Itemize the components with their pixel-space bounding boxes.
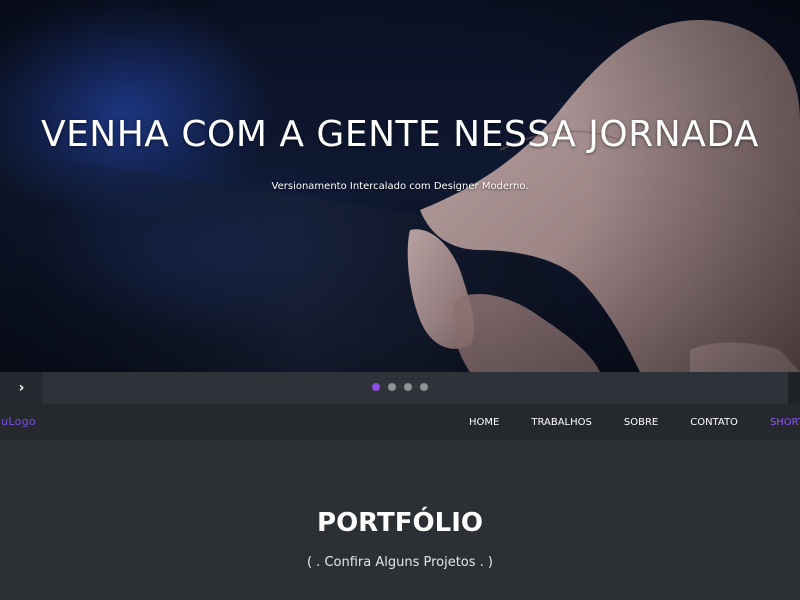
portfolio-section: PORTFÓLIO ( . Confira Alguns Projetos . … bbox=[0, 440, 800, 600]
hero-subtitle: Versionamento Intercalado com Designer M… bbox=[271, 181, 529, 192]
slider-dot-3[interactable] bbox=[404, 383, 412, 391]
slider-dot-4[interactable] bbox=[420, 383, 428, 391]
slider-controls: › bbox=[0, 372, 800, 404]
hero-title: VENHA COM A GENTE NESSA JORNADA bbox=[40, 114, 760, 155]
hero-banner: VENHA COM A GENTE NESSA JORNADA Versiona… bbox=[0, 0, 800, 372]
nav-menu: HOME TRABALHOS SOBRE CONTATO SHORTCODE bbox=[469, 404, 800, 440]
main-navbar: euLogo HOME TRABALHOS SOBRE CONTATO SHOR… bbox=[0, 404, 800, 440]
nav-item-sobre[interactable]: SOBRE bbox=[624, 417, 658, 428]
nav-item-shortcode[interactable]: SHORTCODE bbox=[770, 417, 800, 428]
portfolio-title: PORTFÓLIO bbox=[317, 508, 483, 538]
nav-item-home[interactable]: HOME bbox=[469, 417, 499, 428]
portfolio-subtitle: ( . Confira Alguns Projetos . ) bbox=[306, 555, 494, 570]
slider-dot-1[interactable] bbox=[372, 383, 380, 391]
slider-pagination bbox=[0, 383, 800, 391]
slider-dot-2[interactable] bbox=[388, 383, 396, 391]
nav-item-trabalhos[interactable]: TRABALHOS bbox=[531, 417, 592, 428]
site-logo[interactable]: euLogo bbox=[0, 415, 36, 428]
nav-item-contato[interactable]: CONTATO bbox=[690, 417, 738, 428]
